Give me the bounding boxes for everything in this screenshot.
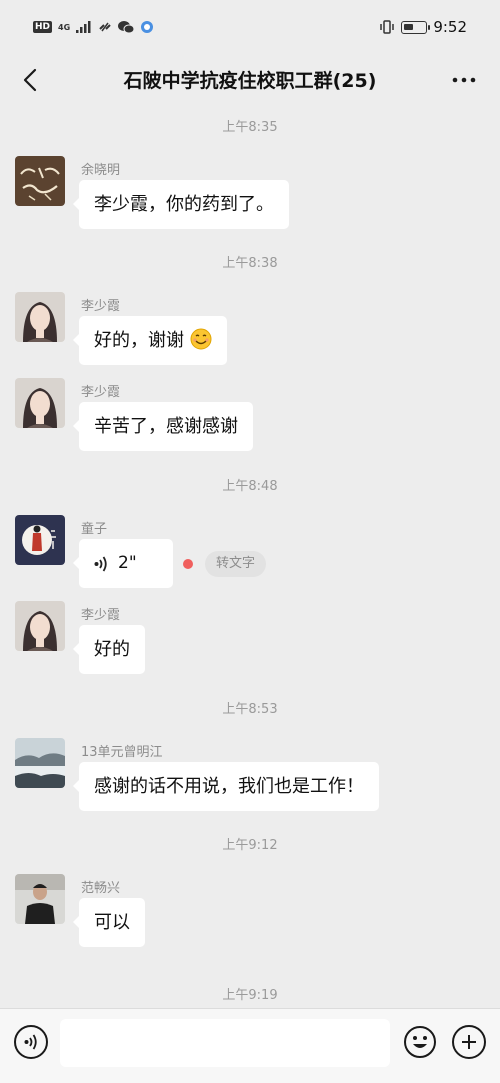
avatar[interactable] [15,156,65,206]
plus-button[interactable] [452,1025,486,1059]
avatar-calligraphy-image [15,156,65,206]
message-text: 可以 [94,912,130,933]
emoji-icon [404,1026,436,1058]
message-list[interactable]: 上午8:35 余晓明 李少霞，你的药到了。 上午8:38 李少霞 好的，谢谢 李… [0,104,500,1008]
message-bubble[interactable]: 辛苦了，感谢感谢 [73,402,253,451]
status-bar: HD 4G 9:52 [0,0,500,56]
timestamp: 上午9:19 [222,988,278,1003]
message-input[interactable] [60,1019,390,1067]
unread-dot [183,559,193,569]
status-time: 9:52 [433,18,467,36]
avatar-portrait-image [15,292,65,342]
sender-name: 李少霞 [81,299,121,314]
message-text: 感谢的话不用说，我们也是工作！ [94,776,364,797]
sender-name: 13单元曾明江 [81,745,163,760]
battery-icon [401,20,431,34]
timestamp: 上午8:53 [222,702,278,717]
message-bubble[interactable]: 好的 [73,625,145,674]
signal-icon [76,21,91,33]
message-bubble[interactable]: 李少霞，你的药到了。 [73,180,289,229]
avatar[interactable] [15,874,65,924]
voice-message-bubble[interactable]: 2" [73,539,173,588]
sender-name: 余晓明 [81,163,121,178]
sender-name: 李少霞 [81,385,121,400]
message-bubble[interactable]: 好的，谢谢 [73,316,227,365]
sender-name: 范畅兴 [81,881,121,896]
avatar-illustration-image [15,515,65,565]
avatar[interactable] [15,292,65,342]
avatar[interactable] [15,601,65,651]
sender-name: 童子 [81,522,108,537]
avatar[interactable] [15,738,65,788]
chat-screen: HD 4G 9:52 石陂中学抗疫住校职工群(25) 上午8:35 余晓明 李少… [0,0,500,1083]
avatar-landscape-image [15,738,65,788]
vibrate-icon [380,20,395,34]
avatar-portrait-image [15,378,65,428]
avatar[interactable] [15,515,65,565]
voice-toggle-button[interactable] [14,1025,48,1059]
message-text: 好的，谢谢 [94,330,184,351]
avatar-person-image [15,874,65,924]
wechat-icon [118,21,135,34]
voice-wave-icon [94,556,107,571]
chat-header: 石陂中学抗疫住校职工群(25) [0,56,500,104]
voice-icon [24,1034,37,1050]
network-type: 4G [58,22,71,32]
smile-emoji-icon [190,328,212,350]
browser-icon [141,21,154,33]
message-bubble[interactable]: 可以 [73,898,145,947]
status-left: HD 4G [33,20,154,34]
message-bubble[interactable]: 感谢的话不用说，我们也是工作！ [73,762,379,811]
battery-fill [404,23,414,30]
timestamp: 上午8:48 [222,479,278,494]
avatar-portrait-image [15,601,65,651]
message-text: 辛苦了，感谢感谢 [94,416,238,437]
chat-title: 石陂中学抗疫住校职工群(25) [123,70,377,92]
timestamp: 上午9:12 [222,838,278,853]
avatar[interactable] [15,378,65,428]
input-bar [0,1008,500,1083]
emoji-button[interactable] [403,1025,437,1059]
more-dots-icon [452,77,476,83]
message-text: 好的 [94,639,130,660]
transcribe-button[interactable]: 转文字 [205,551,267,577]
message-text: 李少霞，你的药到了。 [94,194,274,215]
sender-name: 李少霞 [81,608,121,623]
voice-duration: 2" [118,553,137,573]
more-button[interactable] [448,64,480,96]
status-right: 9:52 [379,18,467,36]
timestamp: 上午8:35 [222,120,278,135]
link-icon [99,22,111,32]
timestamp: 上午8:38 [222,256,278,271]
hd-badge: HD [33,21,53,33]
